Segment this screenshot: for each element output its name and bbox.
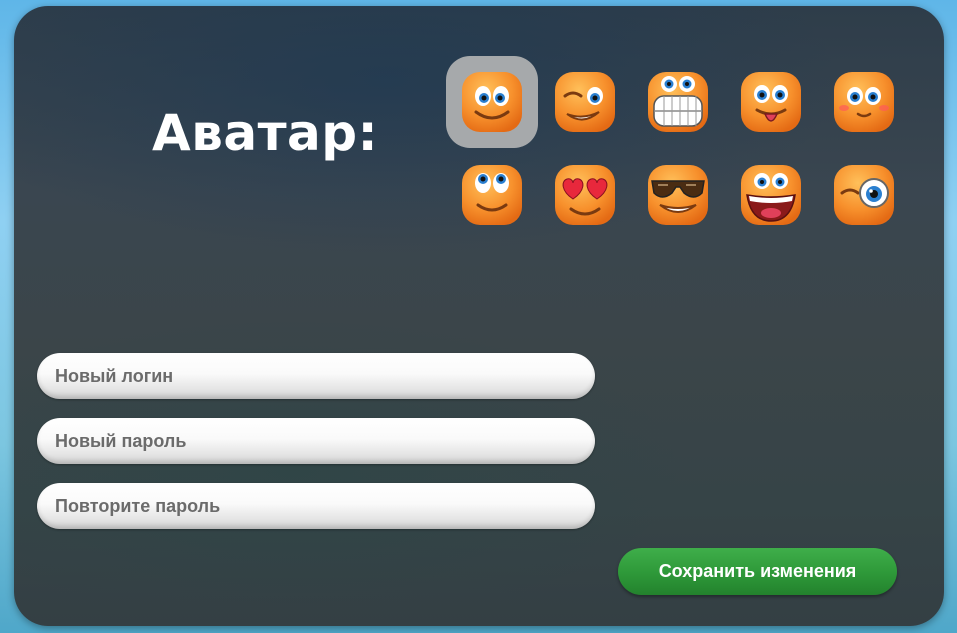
smiley-blush-icon [834,72,894,132]
repeat-password-input[interactable] [37,483,595,529]
avatar-option-4[interactable] [739,70,803,134]
avatar-option-5[interactable] [832,70,896,134]
avatar-label: Аватар: [152,104,379,162]
smiley-look-up-icon [462,165,522,225]
avatar-option-1[interactable] [446,56,538,148]
avatar-option-8[interactable] [646,163,710,227]
smiley-tongue-icon [741,72,801,132]
avatar-grid [446,56,916,241]
avatar-option-3[interactable] [646,70,710,134]
smiley-monocle-icon [834,165,894,225]
smiley-grin-teeth-icon [648,72,708,132]
smiley-sunglasses-icon [648,165,708,225]
smiley-wink-icon [555,72,615,132]
avatar-option-6[interactable] [460,163,524,227]
smiley-laugh-icon [741,165,801,225]
smiley-heart-eyes-icon [555,165,615,225]
avatar-option-10[interactable] [832,163,896,227]
new-password-input[interactable] [37,418,595,464]
avatar-option-9[interactable] [739,163,803,227]
smiley-happy-icon [462,72,522,132]
profile-settings-panel: Аватар: Новый логин Сохранить изменения [14,6,944,626]
new-login-input[interactable] [37,353,595,399]
save-changes-button[interactable]: Сохранить изменения [618,548,897,595]
avatar-option-2[interactable] [553,70,617,134]
avatar-option-7[interactable] [553,163,617,227]
